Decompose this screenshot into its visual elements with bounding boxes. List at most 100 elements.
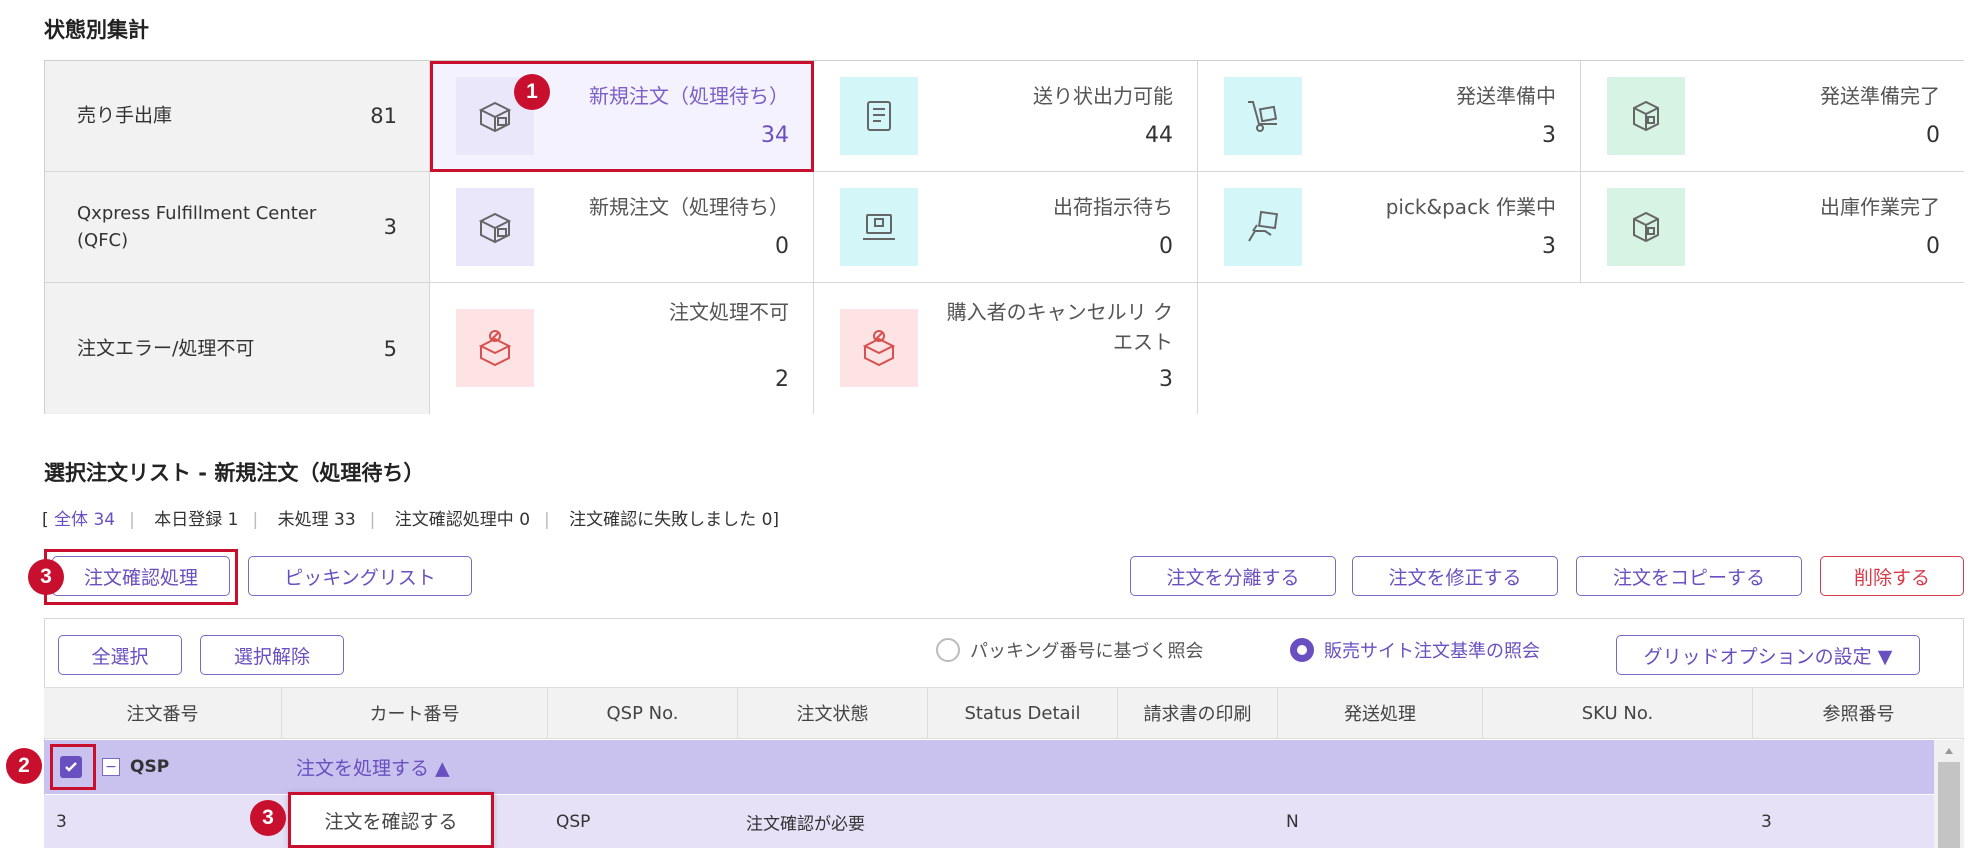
row-header-count: 3	[383, 215, 397, 239]
cell-order-no: 3	[56, 811, 67, 832]
status-cell-preparing-shipment[interactable]: 発送準備中 3	[1198, 61, 1581, 172]
col-qsp-no[interactable]: QSP No.	[548, 688, 738, 738]
collapse-group-icon[interactable]: −	[102, 758, 120, 776]
col-cart-no[interactable]: カート番号	[282, 688, 548, 738]
row-header-seller-outbound[interactable]: 売り手出庫 81	[45, 61, 430, 172]
filter-confirm-failed[interactable]: 注文確認に失敗しました 0	[569, 510, 772, 530]
grid-option-button[interactable]: グリッドオプションの設定 ▼	[1616, 635, 1920, 675]
radio-site-order[interactable]: 販売サイト注文基準の照会	[1290, 637, 1540, 663]
scrollbar-thumb[interactable]	[1938, 762, 1960, 848]
col-ref-no[interactable]: 参照番号	[1753, 688, 1964, 738]
filter-confirming[interactable]: 注文確認処理中 0	[395, 510, 530, 530]
status-label: 出庫作業完了	[1820, 195, 1940, 219]
document-icon	[840, 77, 918, 155]
row-header-label: 売り手出庫	[77, 104, 173, 127]
pick-pack-icon	[1224, 188, 1302, 266]
filter-bracket-close: ]	[772, 510, 780, 530]
deselect-button[interactable]: 選択解除	[200, 635, 344, 675]
status-label: 出荷指示待ち	[1053, 195, 1173, 219]
cell-shipping: N	[1286, 811, 1299, 832]
error-box-icon	[456, 309, 534, 387]
status-value: 3	[1542, 234, 1556, 259]
copy-order-button[interactable]: 注文をコピーする	[1576, 556, 1802, 596]
status-label: 新規注文（処理待ち）	[589, 195, 789, 219]
status-label: pick&pack 作業中	[1385, 195, 1556, 219]
filter-unprocessed[interactable]: 未処理 33	[278, 510, 356, 530]
radio-packing-number[interactable]: パッキング番号に基づく照会	[936, 637, 1203, 663]
status-value: 0	[1926, 123, 1940, 148]
status-label: 発送準備中	[1456, 84, 1556, 108]
status-cell-qfc-new-order[interactable]: 新規注文（処理待ち） 0	[430, 172, 814, 283]
col-shipping[interactable]: 発送処理	[1278, 688, 1483, 738]
filter-bracket-open: [	[42, 510, 49, 530]
col-order-status[interactable]: 注文状態	[738, 688, 928, 738]
group-label: QSP	[130, 757, 170, 777]
status-label: 送り状出力可能	[1033, 84, 1173, 108]
table-group-row[interactable]: QSP 注文を処理する ▲	[44, 740, 1934, 794]
step-badge-2: 2	[6, 748, 42, 784]
radio-label: 販売サイト注文基準の照会	[1324, 641, 1540, 662]
status-cell-outbound-complete[interactable]: 出庫作業完了 0	[1581, 172, 1964, 283]
cell-order-status: 注文確認が必要	[746, 814, 865, 834]
status-label: 発送準備完了	[1820, 84, 1940, 108]
radio-button-selected[interactable]	[1290, 638, 1314, 662]
radio-button[interactable]	[936, 638, 960, 662]
process-order-link[interactable]: 注文を処理する ▲	[296, 754, 450, 781]
col-order-no[interactable]: 注文番号	[44, 688, 282, 738]
step-badge-3: 3	[28, 559, 64, 595]
status-cell-invoice-printable[interactable]: 送り状出力可能 44	[814, 61, 1198, 172]
row-header-count: 5	[383, 336, 397, 361]
status-value: 2	[775, 367, 789, 392]
package-icon	[1607, 188, 1685, 266]
col-status-detail[interactable]: Status Detail	[928, 688, 1118, 738]
monitor-icon	[840, 188, 918, 266]
status-cell-new-order[interactable]: 新規注文（処理待ち） 34	[430, 61, 814, 172]
filter-all[interactable]: 全体 34	[54, 510, 115, 530]
table-header: 注文番号 カート番号 QSP No. 注文状態 Status Detail 請求…	[44, 687, 1964, 739]
scroll-up-arrow-icon[interactable]	[1943, 746, 1955, 756]
cell-ref-no: 3	[1761, 811, 1772, 832]
status-cell-ready-to-ship[interactable]: 発送準備完了 0	[1581, 61, 1964, 172]
package-icon	[1607, 77, 1685, 155]
col-sku-no[interactable]: SKU No.	[1483, 688, 1753, 738]
picking-list-button[interactable]: ピッキングリスト	[248, 556, 472, 596]
status-summary-grid: 売り手出庫 81 新規注文（処理待ち） 34 送り状出力可能 44 発送準備中 …	[44, 60, 1964, 414]
box-icon	[456, 188, 534, 266]
status-cell-pick-pack[interactable]: pick&pack 作業中 3	[1198, 172, 1581, 283]
status-cell-cancel-request[interactable]: 購入者のキャンセルリ クエスト 3	[814, 283, 1198, 414]
status-value: 3	[1159, 367, 1173, 392]
status-value: 0	[1159, 234, 1173, 259]
delete-button[interactable]: 削除する	[1820, 556, 1964, 596]
row-header-label: Qxpress Fulfillment Center (QFC)	[77, 203, 317, 251]
radio-label: パッキング番号に基づく照会	[970, 641, 1204, 662]
empty-cell	[1198, 283, 1964, 414]
order-filter-bar: [ 全体 34 | 本日登録 1 | 未処理 33 | 注文確認処理中 0 | 注文確認…	[42, 510, 780, 530]
split-order-button[interactable]: 注文を分離する	[1130, 556, 1336, 596]
confirm-order-menu-item[interactable]: 注文を確認する	[288, 792, 494, 848]
summary-title: 状態別集計	[44, 18, 149, 42]
modify-order-button[interactable]: 注文を修正する	[1352, 556, 1558, 596]
filter-registered-today[interactable]: 本日登録 1	[154, 510, 238, 530]
status-label: 注文処理不可	[669, 300, 789, 324]
select-all-button[interactable]: 全選択	[58, 635, 182, 675]
order-confirm-button[interactable]: 注文確認処理	[52, 556, 230, 596]
status-cell-order-unprocessable[interactable]: 注文処理不可 2	[430, 283, 814, 414]
col-invoice-print[interactable]: 請求書の印刷	[1118, 688, 1278, 738]
hand-truck-icon	[1224, 77, 1302, 155]
row-header-qfc[interactable]: Qxpress Fulfillment Center (QFC) 3	[45, 172, 430, 283]
status-value: 0	[1926, 234, 1940, 259]
step-badge-3-menu: 3	[250, 800, 286, 836]
row-header-order-error[interactable]: 注文エラー/処理不可 5	[45, 283, 430, 414]
status-cell-awaiting-shipping-instruction[interactable]: 出荷指示待ち 0	[814, 172, 1198, 283]
vertical-scrollbar[interactable]	[1934, 740, 1964, 848]
order-list-title: 選択注文リスト - 新規注文（処理待ち）	[44, 461, 425, 485]
cell-qsp-no: QSP	[556, 811, 591, 832]
cancel-box-icon	[840, 309, 918, 387]
status-value: 34	[761, 123, 789, 148]
row-header-label: 注文エラー/処理不可	[77, 337, 255, 359]
row-header-count: 81	[370, 104, 397, 128]
status-label: 新規注文（処理待ち）	[589, 84, 789, 108]
status-value: 0	[775, 234, 789, 259]
status-value: 44	[1145, 123, 1173, 148]
status-label: 購入者のキャンセルリ クエスト	[946, 300, 1173, 354]
